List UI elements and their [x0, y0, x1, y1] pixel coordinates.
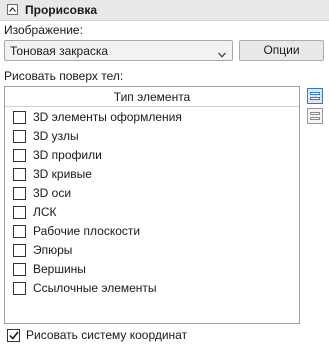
list-item-label: Ссылочные элементы	[33, 281, 157, 295]
list-item-label: 3D оси	[33, 186, 72, 200]
list-item-label: 3D профили	[33, 148, 102, 162]
list-item[interactable]: Вершины	[13, 261, 86, 277]
panel-header: Прорисовка	[0, 0, 329, 21]
list-item[interactable]: 3D профили	[13, 147, 102, 163]
list-item-label: Эпюры	[33, 243, 73, 257]
column-header-element-type[interactable]: Тип элемента	[5, 87, 299, 107]
checkbox[interactable]	[13, 205, 26, 219]
list-item[interactable]: Ссылочные элементы	[13, 280, 157, 296]
checkmark-icon	[8, 331, 19, 340]
options-button[interactable]: Опции	[239, 40, 324, 61]
list-item[interactable]: 3D узлы	[13, 128, 79, 144]
checkbox[interactable]	[13, 243, 26, 257]
element-type-list[interactable]: Тип элемента 3D элементы оформления 3D у…	[4, 86, 300, 324]
list-item[interactable]: 3D элементы оформления	[13, 109, 182, 125]
image-label: Изображение:	[4, 23, 83, 37]
checkbox[interactable]	[13, 129, 26, 143]
checkbox[interactable]	[13, 167, 26, 181]
list-item-label: 3D элементы оформления	[33, 110, 182, 124]
list-item-label: ЛСК	[33, 205, 57, 219]
draw-coordinate-system-label: Рисовать систему координат	[26, 328, 188, 342]
list-item[interactable]: 3D оси	[13, 185, 71, 201]
checkbox[interactable]	[13, 281, 26, 295]
panel-title: Прорисовка	[25, 3, 98, 17]
checkbox[interactable]	[13, 262, 26, 276]
chevron-up-icon[interactable]	[7, 4, 18, 15]
list-item-label: 3D узлы	[33, 129, 79, 143]
list-item[interactable]: ЛСК	[13, 204, 57, 220]
checkbox[interactable]	[13, 224, 26, 238]
list-item-label: Вершины	[33, 262, 86, 276]
list-item[interactable]: Рабочие плоскости	[13, 223, 140, 239]
draw-over-label: Рисовать поверх тел:	[4, 69, 124, 83]
checkbox[interactable]	[13, 186, 26, 200]
checkbox[interactable]	[13, 148, 26, 162]
draw-coordinate-system-option[interactable]: Рисовать систему координат	[7, 327, 187, 343]
list-item[interactable]: Эпюры	[13, 242, 72, 258]
checkbox[interactable]	[13, 110, 26, 124]
select-all-icon[interactable]	[307, 88, 323, 104]
draw-coordinate-system-checkbox[interactable]	[7, 328, 20, 342]
list-item-label: 3D кривые	[33, 167, 92, 181]
list-item-label: Рабочие плоскости	[33, 224, 141, 238]
chevron-down-icon	[218, 47, 226, 61]
image-mode-value: Тоновая закраска	[10, 44, 109, 58]
list-item[interactable]: 3D кривые	[13, 166, 92, 182]
image-mode-dropdown[interactable]: Тоновая закраска	[4, 40, 233, 61]
deselect-all-icon[interactable]	[307, 108, 323, 124]
